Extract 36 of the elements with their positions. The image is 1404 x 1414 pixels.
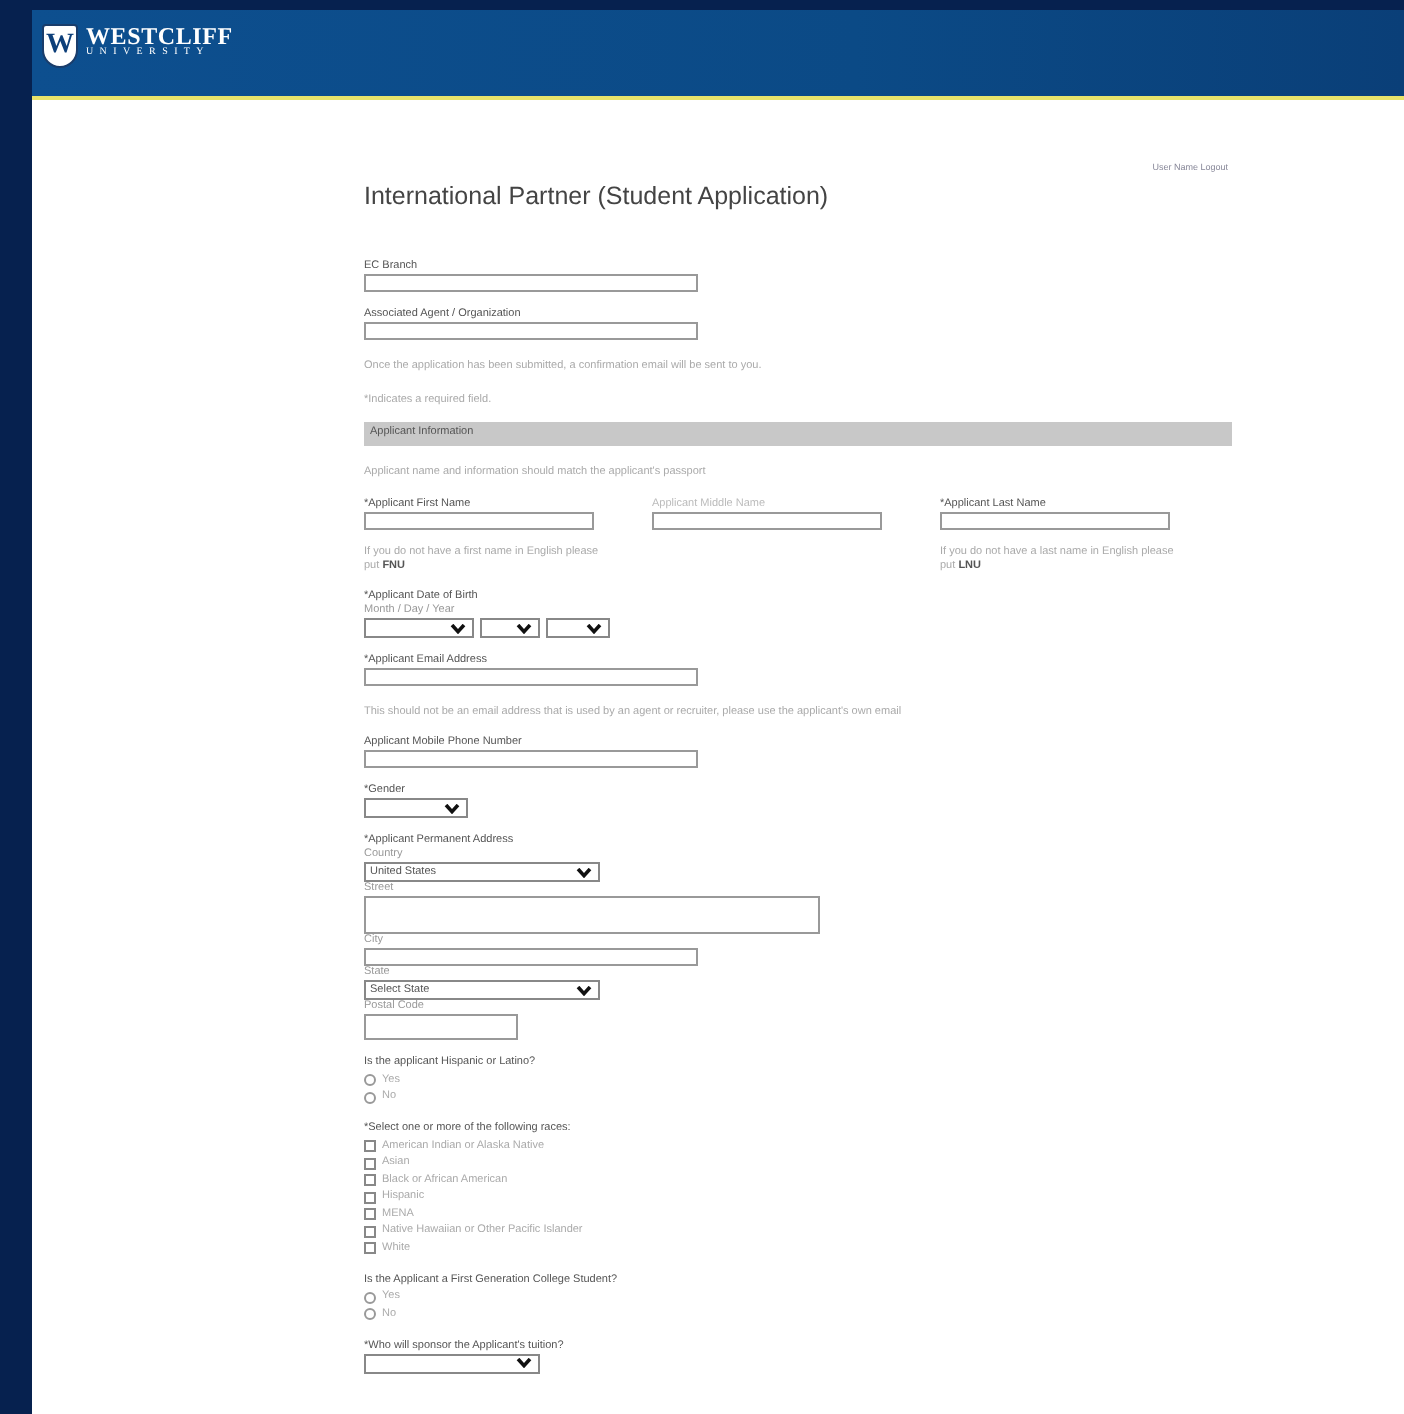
chevron-down-icon	[444, 803, 460, 813]
chevron-down-icon	[586, 623, 602, 633]
checkbox[interactable]	[364, 1242, 376, 1255]
chevron-down-icon	[450, 623, 466, 633]
input-field[interactable]	[364, 1014, 518, 1040]
checkbox[interactable]	[364, 1174, 376, 1187]
logo-letter: W	[46, 32, 74, 60]
input-field[interactable]	[364, 750, 698, 768]
radio-button[interactable]	[364, 1308, 376, 1321]
chevron-down-icon	[576, 867, 592, 877]
checkbox[interactable]	[364, 1225, 376, 1238]
input-field[interactable]	[364, 322, 698, 340]
input-field[interactable]	[364, 274, 698, 292]
radio-button[interactable]	[364, 1291, 376, 1304]
checkbox[interactable]	[364, 1157, 376, 1170]
checkbox[interactable]	[364, 1208, 376, 1221]
checkbox[interactable]	[364, 1191, 376, 1204]
input-field[interactable]	[364, 668, 698, 686]
chevron-down-icon	[516, 1358, 532, 1368]
select-field[interactable]	[364, 1353, 540, 1373]
radio-button[interactable]	[364, 1091, 376, 1104]
input-field[interactable]	[364, 948, 698, 966]
select-field[interactable]	[364, 798, 468, 818]
radio-button[interactable]	[364, 1074, 376, 1087]
select-field[interactable]	[546, 618, 610, 638]
input-field[interactable]	[364, 512, 594, 530]
form-title: International Partner (Student Application)	[364, 182, 831, 212]
input-field[interactable]	[652, 512, 882, 530]
checkbox[interactable]	[364, 1140, 376, 1153]
input-field[interactable]	[940, 512, 1170, 530]
chevron-down-icon	[516, 623, 532, 633]
select-field[interactable]	[364, 618, 474, 638]
brand-name: WESTCLIFF	[86, 24, 233, 48]
chevron-down-icon	[576, 985, 592, 995]
text-area[interactable]	[364, 896, 820, 934]
select-field[interactable]	[480, 618, 540, 638]
